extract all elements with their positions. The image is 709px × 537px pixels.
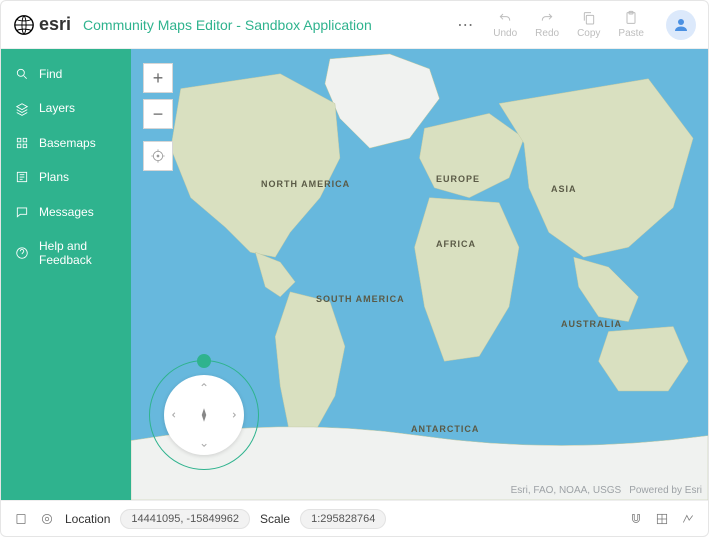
location-label: Location (65, 512, 110, 526)
copy-icon (581, 10, 597, 26)
sidebar: Find Layers Basemaps Plans Messages Help… (1, 49, 131, 500)
label-asia: ASIA (551, 184, 577, 195)
undo-button[interactable]: Undo (493, 10, 517, 39)
help-icon (15, 246, 29, 260)
scale-value[interactable]: 1:295828764 (300, 509, 386, 529)
status-snap-button[interactable] (628, 511, 644, 527)
brand-text: esri (39, 14, 71, 35)
sidebar-item-basemaps[interactable]: Basemaps (1, 126, 131, 160)
esri-logo: esri (13, 14, 71, 36)
map-attribution: Esri, FAO, NOAA, USGS Powered by Esri (511, 485, 702, 496)
nav-up-arrow[interactable]: ⌃ (199, 381, 209, 395)
layers-icon (15, 102, 29, 116)
more-button[interactable]: ⋯ (449, 15, 481, 35)
sidebar-item-messages[interactable]: Messages (1, 195, 131, 229)
paste-button[interactable]: Paste (618, 10, 644, 39)
nav-left-arrow[interactable]: ⌃ (170, 410, 184, 420)
label-antarctica: ANTARCTICA (411, 424, 479, 435)
paste-icon (623, 10, 639, 26)
statusbar: Location 14441095, -15849962 Scale 1:295… (1, 500, 708, 536)
globe-icon (13, 14, 35, 36)
status-constraints-button[interactable] (680, 511, 696, 527)
label-europe: EUROPE (436, 174, 480, 185)
compass-icon (195, 406, 213, 424)
sidebar-item-find[interactable]: Find (1, 57, 131, 91)
label-australia: AUSTRALIA (561, 319, 622, 330)
status-grid-button[interactable] (654, 511, 670, 527)
nav-down-arrow[interactable]: ⌃ (199, 435, 209, 449)
toolbar-actions: Undo Redo Copy Paste (493, 10, 644, 39)
plans-icon (15, 170, 29, 184)
messages-icon (15, 205, 29, 219)
scale-label: Scale (260, 512, 290, 526)
map-viewport[interactable]: NORTH AMERICA SOUTH AMERICA EUROPE AFRIC… (131, 49, 708, 500)
status-tool-2[interactable] (39, 511, 55, 527)
search-icon (15, 67, 29, 81)
main-area: Find Layers Basemaps Plans Messages Help… (1, 49, 708, 500)
locate-icon (150, 148, 166, 164)
redo-button[interactable]: Redo (535, 10, 559, 39)
undo-icon (497, 10, 513, 26)
label-south-america: SOUTH AMERICA (316, 294, 405, 305)
navigator-rotation-knob[interactable] (197, 354, 211, 368)
app-title: Community Maps Editor - Sandbox Applicat… (83, 17, 372, 33)
basemaps-icon (15, 136, 29, 150)
sidebar-item-layers[interactable]: Layers (1, 91, 131, 125)
zoom-out-button[interactable]: − (143, 99, 173, 129)
sidebar-item-plans[interactable]: Plans (1, 160, 131, 194)
nav-right-arrow[interactable]: ⌃ (224, 410, 238, 420)
label-africa: AFRICA (436, 239, 476, 250)
zoom-controls: + − (143, 63, 173, 171)
sidebar-item-help[interactable]: Help and Feedback (1, 229, 131, 278)
status-tool-1[interactable] (13, 511, 29, 527)
locate-button[interactable] (143, 141, 173, 171)
copy-button[interactable]: Copy (577, 10, 600, 39)
navigator-widget[interactable]: ⌃ ⌃ ⌃ ⌃ (149, 360, 259, 470)
label-north-america: NORTH AMERICA (261, 179, 350, 190)
user-avatar[interactable] (666, 10, 696, 40)
location-value[interactable]: 14441095, -15849962 (120, 509, 250, 529)
user-icon (672, 16, 690, 34)
zoom-in-button[interactable]: + (143, 63, 173, 93)
topbar: esri Community Maps Editor - Sandbox App… (1, 1, 708, 49)
redo-icon (539, 10, 555, 26)
